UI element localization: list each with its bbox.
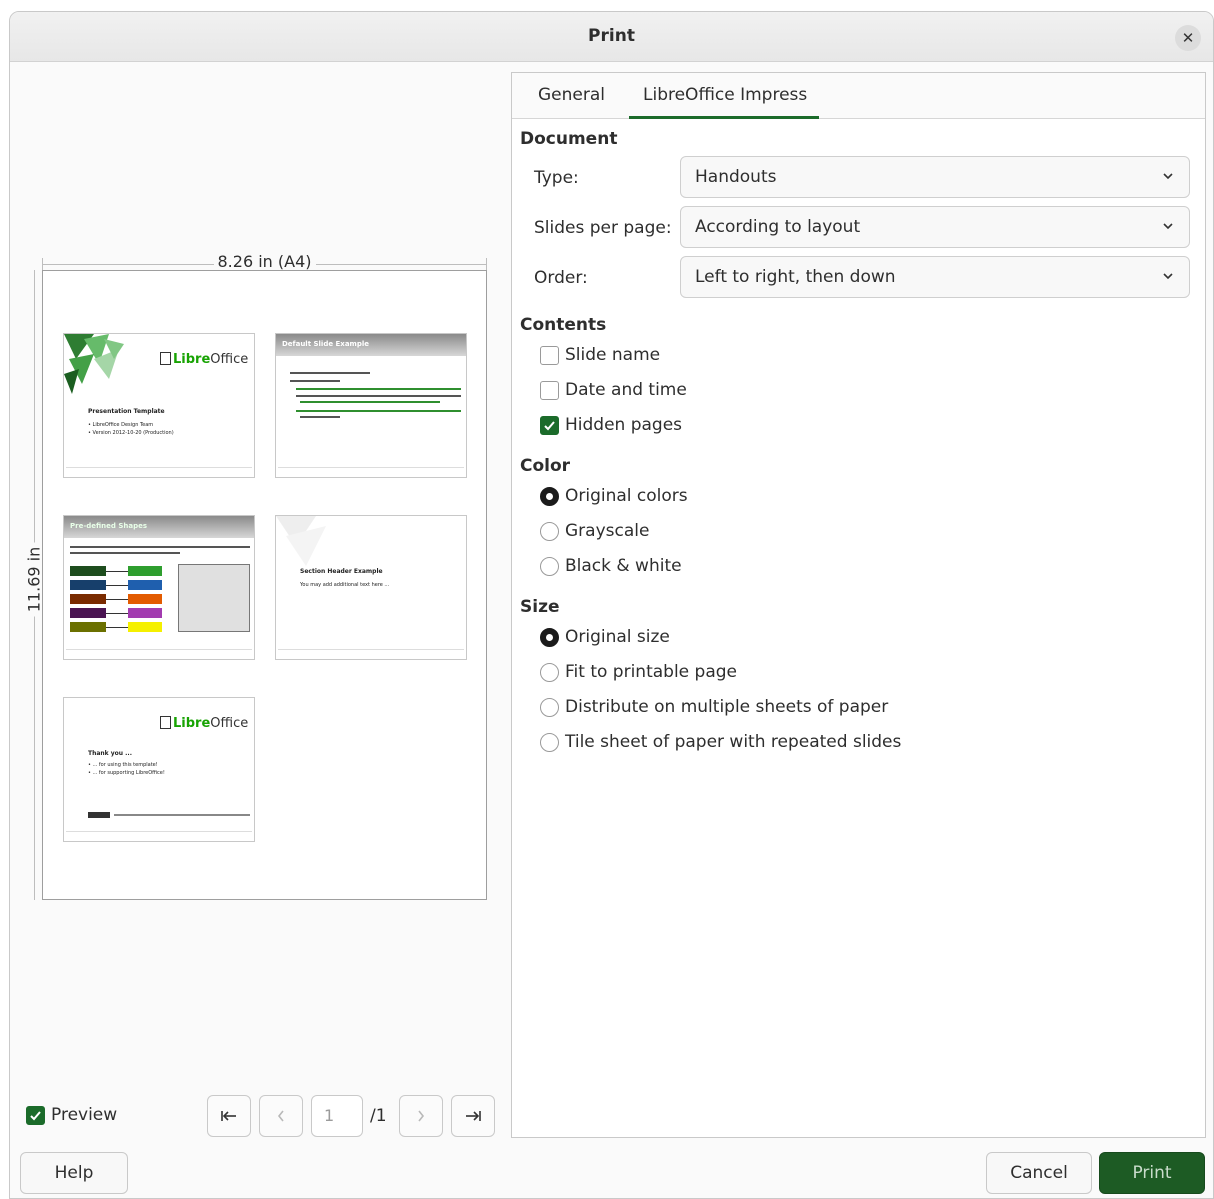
radio-icon — [540, 732, 559, 752]
tab-general[interactable]: General — [538, 85, 605, 105]
chevron-left-icon — [277, 1110, 284, 1122]
paper-width-label: 8.26 in (A4) — [213, 252, 316, 271]
libreoffice-logo: LibreOffice — [160, 352, 248, 367]
last-page-icon — [466, 1111, 481, 1121]
slide-name-checkbox[interactable]: Slide name — [540, 344, 660, 366]
slides-per-page-select[interactable]: According to layout — [680, 206, 1190, 248]
size-heading: Size — [520, 597, 560, 617]
chevron-down-icon — [1163, 173, 1173, 180]
print-dialog: Print ✕ 8.26 in (A4) 11.69 in LibreOffic… — [9, 11, 1214, 1199]
slides-per-page-value: According to layout — [695, 217, 861, 237]
slides-per-page-label: Slides per page: — [534, 218, 672, 238]
last-page-button[interactable] — [451, 1095, 495, 1137]
radio-icon — [540, 697, 559, 717]
close-button[interactable]: ✕ — [1175, 25, 1201, 51]
paper-height-marker: 11.69 in — [24, 270, 44, 900]
first-page-icon — [221, 1111, 236, 1121]
title-bar: Print ✕ — [10, 12, 1213, 62]
page-count: /1 — [370, 1106, 387, 1126]
slide-heading: Presentation Template — [88, 408, 165, 415]
type-label: Type: — [534, 168, 579, 188]
radio-icon — [540, 521, 559, 541]
libreoffice-logo: LibreOffice — [160, 716, 248, 731]
print-button[interactable]: Print — [1099, 1152, 1205, 1194]
chevron-down-icon — [1163, 223, 1173, 230]
checkmark-icon — [540, 415, 559, 435]
slide-bullet: • ... for supporting LibreOffice! — [88, 770, 165, 776]
checkbox-icon — [540, 345, 559, 365]
next-page-button[interactable] — [399, 1095, 443, 1137]
preview-slide-3: Pre-defined Shapes — [63, 515, 255, 660]
paper-width-marker: 8.26 in (A4) — [42, 252, 487, 272]
paper-height-label: 11.69 in — [24, 542, 44, 617]
slide-heading: Section Header Example — [300, 568, 383, 575]
original-colors-radio[interactable]: Original colors — [540, 485, 688, 507]
slide-title: Pre-defined Shapes — [70, 522, 148, 530]
radio-icon — [540, 662, 559, 682]
slide-subtitle: You may add additional text here ... — [300, 582, 390, 588]
preview-label: Preview — [51, 1105, 118, 1125]
radio-selected-icon — [540, 627, 559, 647]
black-and-white-radio[interactable]: Black & white — [540, 555, 682, 577]
radio-selected-icon — [540, 486, 559, 506]
distribute-on-multiple-sheets-radio[interactable]: Distribute on multiple sheets of paper — [540, 696, 888, 718]
close-icon: ✕ — [1181, 29, 1195, 47]
original-size-radio[interactable]: Original size — [540, 626, 670, 648]
document-heading: Document — [520, 129, 618, 149]
leaf-graphic — [64, 334, 124, 394]
checkbox-icon — [540, 380, 559, 400]
grayscale-radio[interactable]: Grayscale — [540, 520, 649, 542]
options-panel: General LibreOffice Impress Document Typ… — [511, 72, 1206, 1138]
slide-bullet: • LibreOffice Design Team — [88, 422, 154, 428]
fit-to-printable-page-radio[interactable]: Fit to printable page — [540, 661, 737, 683]
preview-checkbox[interactable]: Preview — [26, 1105, 117, 1125]
tab-bar: General LibreOffice Impress — [512, 73, 1205, 119]
chevron-down-icon — [1163, 273, 1173, 280]
slide-bullet: • ... for using this template! — [88, 762, 158, 768]
preview-slide-2: Default Slide Example — [275, 333, 467, 478]
first-page-button[interactable] — [207, 1095, 251, 1137]
type-value: Handouts — [695, 167, 777, 187]
slide-bullet: • Version 2012-10-20 (Production) — [88, 430, 174, 436]
preview-slide-4: Section Header Example You may add addit… — [275, 515, 467, 660]
date-and-time-checkbox[interactable]: Date and time — [540, 379, 687, 401]
order-select[interactable]: Left to right, then down — [680, 256, 1190, 298]
radio-icon — [540, 556, 559, 576]
preview-slide-5: LibreOffice Thank you ... • ... for usin… — [63, 697, 255, 842]
slide-title: Default Slide Example — [282, 340, 370, 348]
previous-page-button[interactable] — [259, 1095, 303, 1137]
order-value: Left to right, then down — [695, 267, 896, 287]
tile-sheet-radio[interactable]: Tile sheet of paper with repeated slides — [540, 731, 901, 753]
help-button[interactable]: Help — [20, 1152, 128, 1194]
chevron-right-icon — [418, 1110, 425, 1122]
checkmark-icon — [26, 1105, 45, 1125]
page-number-input[interactable]: 1 — [311, 1095, 363, 1137]
cancel-button[interactable]: Cancel — [986, 1152, 1092, 1194]
contents-heading: Contents — [520, 315, 607, 335]
preview-slide-1: LibreOffice Presentation Template • Libr… — [63, 333, 255, 478]
hidden-pages-checkbox[interactable]: Hidden pages — [540, 414, 682, 436]
type-select[interactable]: Handouts — [680, 156, 1190, 198]
dialog-title: Print — [588, 26, 635, 46]
print-preview-page: LibreOffice Presentation Template • Libr… — [42, 270, 487, 900]
active-tab-indicator — [629, 116, 819, 119]
order-label: Order: — [534, 268, 588, 288]
tab-libreoffice-impress[interactable]: LibreOffice Impress — [643, 85, 807, 105]
color-heading: Color — [520, 456, 571, 476]
slide-heading: Thank you ... — [88, 750, 132, 757]
